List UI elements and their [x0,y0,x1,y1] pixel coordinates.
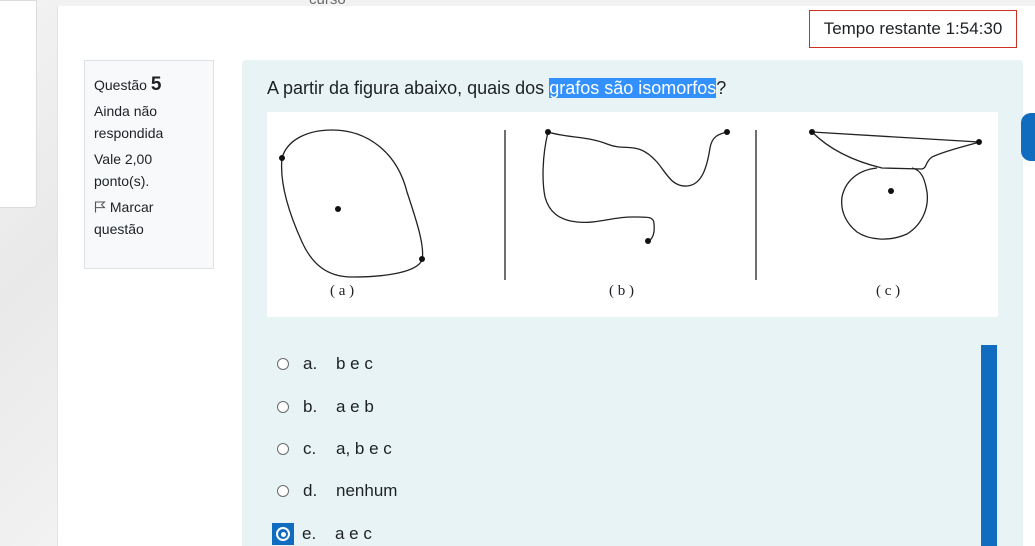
question-status: Ainda não respondida [94,100,204,144]
top-divider [57,0,1035,6]
grade-line-1: Vale 2,00 [94,151,153,167]
question-label: Questão [94,77,147,93]
question-info-panel: Questão 5 Ainda não respondida Vale 2,00… [84,60,214,269]
graph-b-curve [542,131,728,242]
grade-line-2: ponto(s). [94,173,150,189]
question-number-value: 5 [150,74,162,95]
radio-a[interactable] [277,358,289,370]
flag-question-link[interactable]: Marcar questão [94,196,204,240]
answer-letter: d. [303,481,318,500]
answer-text: nenhum [336,481,398,500]
answer-text: a e c [335,524,372,543]
answer-option-c[interactable]: c. a, b e c [277,437,392,461]
figure-label-a: ( a ) [330,283,355,299]
answer-option-d[interactable]: d. nenhum [277,479,397,503]
radio-d[interactable] [277,485,289,497]
question-text-highlight: grafos são isomorfos [549,78,717,98]
status-line-2: respondida [94,125,164,141]
figure-label-b: ( b ) [609,283,634,299]
graph-a-loop [280,129,424,278]
answer-letter: b. [303,397,318,416]
radio-checked-icon [276,527,290,541]
answer-option-a[interactable]: a. b e c [277,352,373,376]
answer-text: b e c [336,354,373,373]
flag-icon [94,201,106,213]
answer-text: a e b [336,397,374,416]
scrollbar[interactable] [981,345,997,546]
flag-line-2: questão [94,221,144,237]
answer-letter: c. [303,439,317,458]
graph-c-circle [841,167,929,240]
time-remaining: Tempo restante 1:54:30 [809,10,1017,48]
status-line-1: Ainda não [94,103,158,119]
left-panel-card [0,0,37,208]
breadcrumb[interactable]: curso [309,0,346,8]
question-number: Questão 5 [94,74,204,96]
question-text-end: ? [716,78,727,98]
figure-label-c: ( c ) [876,283,901,299]
radio-b[interactable] [277,401,289,413]
question-grade: Vale 2,00 ponto(s). [94,148,204,192]
side-drawer-toggle[interactable] [1021,113,1035,161]
answer-text: a, b e c [336,439,392,458]
radio-c[interactable] [277,443,289,455]
answer-letter: e. [302,524,317,543]
radio-e-selected[interactable] [272,523,294,545]
answer-letter: a. [303,354,318,373]
graphs-figure: ( a ) ( b ) ( c ) [267,112,998,317]
graph-c-top-edge [811,131,980,170]
time-remaining-label: Tempo restante 1:54:30 [823,19,1003,38]
question-text: A partir da figura abaixo, quais dos gra… [267,78,726,99]
answer-option-e[interactable]: e. a e c [272,522,372,546]
graph-vertices [279,129,982,262]
answer-option-b[interactable]: b. a e b [277,395,374,419]
question-text-start: A partir da figura abaixo, quais dos [267,78,550,98]
flag-line-1: Marcar [109,199,154,215]
